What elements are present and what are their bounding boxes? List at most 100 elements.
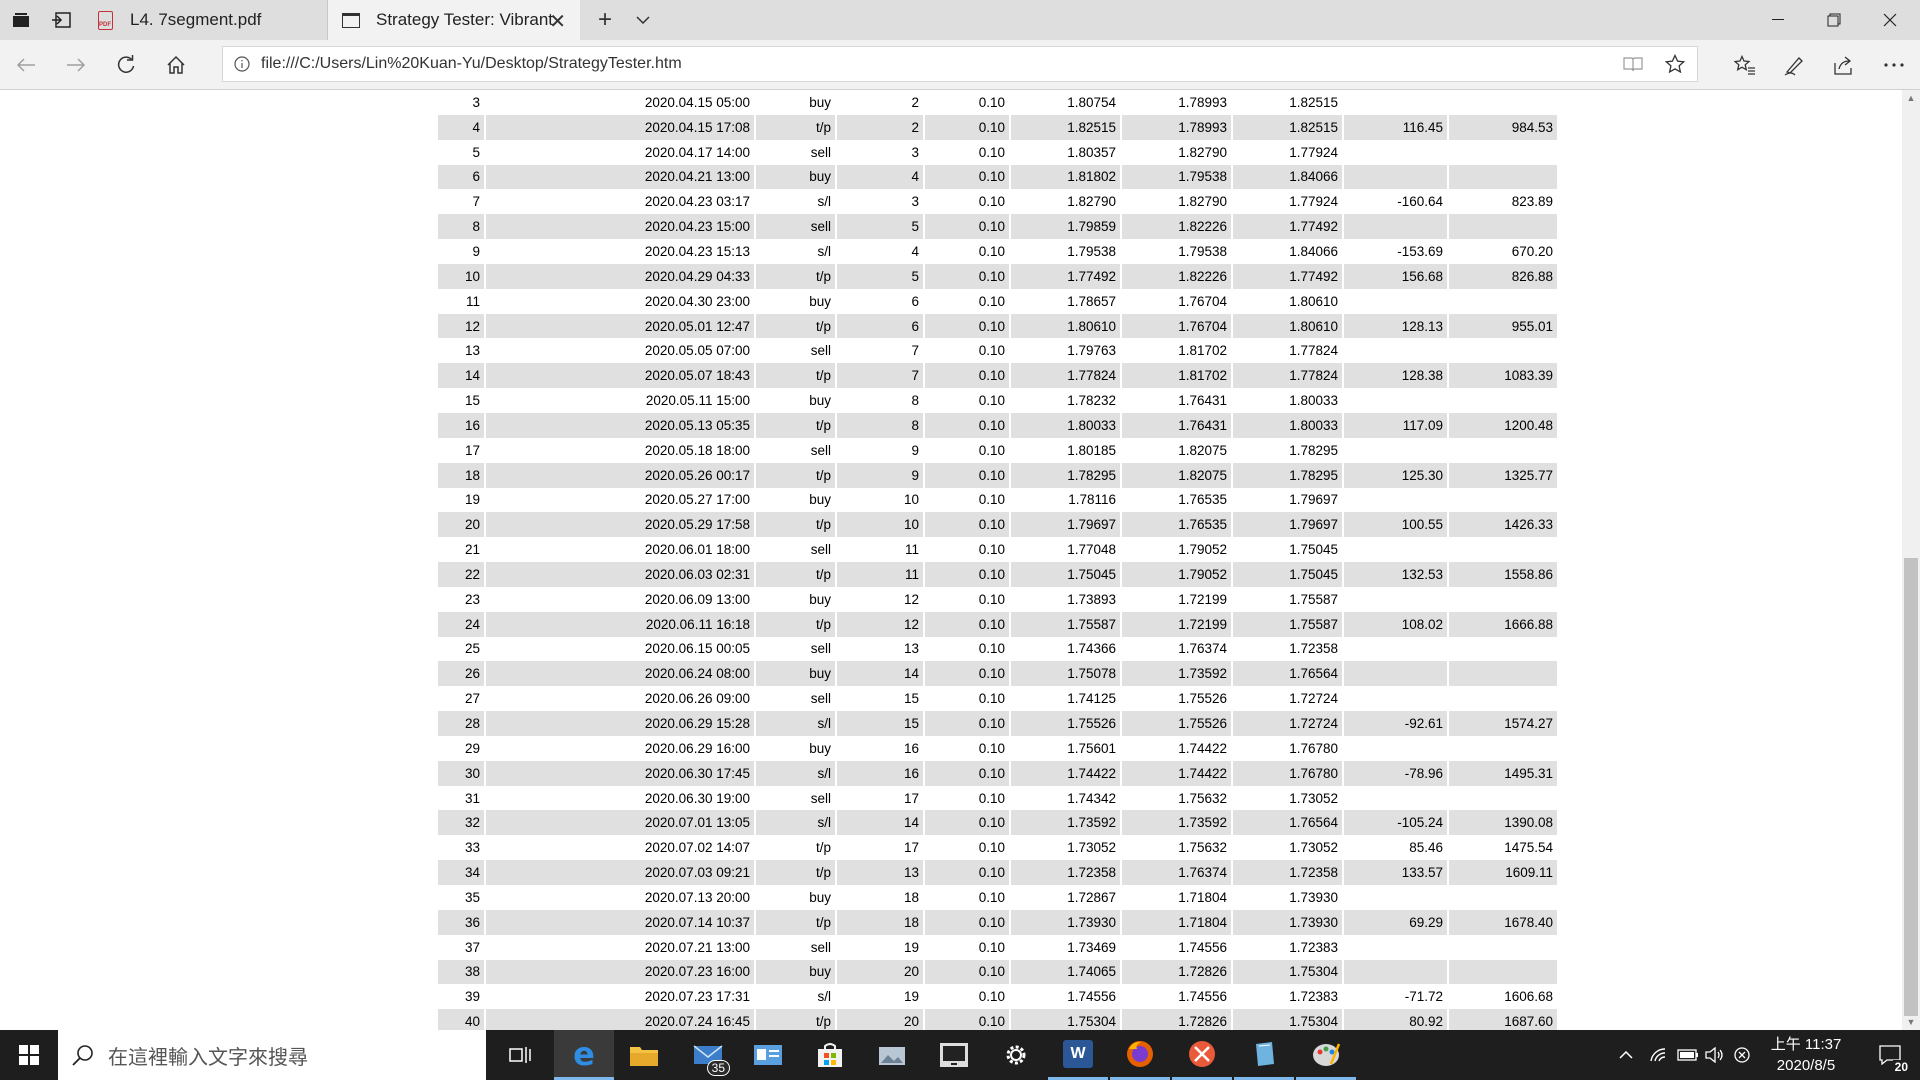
edge-browser-icon[interactable]: e: [554, 1030, 614, 1080]
back-icon[interactable]: [2, 40, 50, 90]
refresh-icon[interactable]: [102, 40, 150, 90]
show-hidden-icons-chevron-up-icon[interactable]: [1612, 1030, 1640, 1080]
cell-tp: 1.75304: [1232, 1009, 1344, 1030]
cell-size: 0.10: [924, 388, 1011, 413]
cell-size: 0.10: [924, 810, 1011, 836]
firefox-icon[interactable]: [1110, 1030, 1170, 1080]
cell-tp: 1.72724: [1232, 686, 1344, 712]
table-row: 6 2020.04.21 13:00 buy 4 0.10 1.81802 1.79538 1…: [438, 164, 1559, 190]
cell-profit: -78.96: [1343, 760, 1449, 786]
cell-size: 0.10: [924, 537, 1011, 563]
cell-time: 2020.05.05 07:00: [485, 338, 756, 364]
cell-balance: [1448, 959, 1559, 985]
cell-size: 0.10: [924, 760, 1011, 786]
vertical-scrollbar[interactable]: ▲ ▼: [1902, 90, 1920, 1030]
chevron-down-icon[interactable]: [628, 0, 658, 40]
mindmap-app-icon[interactable]: [1172, 1030, 1232, 1080]
cell-time: 2020.06.24 08:00: [485, 661, 756, 687]
cell-balance: [1448, 437, 1559, 463]
paint-palette-icon[interactable]: [1296, 1030, 1356, 1080]
cell-balance: [1448, 785, 1559, 811]
cell-size: 0.10: [924, 984, 1011, 1010]
cell-size: 0.10: [924, 735, 1011, 761]
task-view-icon[interactable]: [490, 1030, 550, 1080]
address-bar[interactable]: file:///C:/Users/Lin%20Kuan-Yu/Desktop/S…: [222, 46, 1698, 82]
scroll-down-icon[interactable]: ▼: [1902, 1014, 1920, 1030]
table-row: 16 2020.05.13 05:35 t/p 8 0.10 1.80033 1.76431…: [438, 412, 1559, 438]
cell-profit: -153.69: [1343, 239, 1449, 264]
tab-title: L4. 7segment.pdf: [130, 10, 262, 29]
store-icon[interactable]: [800, 1030, 860, 1080]
more-icon[interactable]: [1870, 40, 1918, 90]
cell-price: 1.73592: [1010, 810, 1122, 836]
notebook-app-icon[interactable]: [1234, 1030, 1294, 1080]
cell-type: t/p: [755, 860, 837, 885]
cell-type: t/p: [755, 313, 837, 339]
table-row: 19 2020.05.27 17:00 buy 10 0.10 1.78116 1.7653…: [438, 487, 1559, 513]
cell-order: 19: [836, 934, 925, 960]
cell-price: 1.77048: [1010, 537, 1122, 563]
cell-tp: 1.77824: [1232, 338, 1344, 364]
taskbar-search[interactable]: 在這裡輸入文字來搜尋: [58, 1030, 486, 1080]
network-error-icon[interactable]: [1730, 1030, 1754, 1080]
cell-size: 0.10: [924, 611, 1011, 637]
clock[interactable]: 上午 11:37 2020/8/5: [1752, 1034, 1860, 1076]
battery-icon[interactable]: [1674, 1030, 1702, 1080]
scroll-up-icon[interactable]: ▲: [1902, 90, 1920, 106]
forward-icon[interactable]: [52, 40, 100, 90]
restore-icon[interactable]: [1806, 0, 1862, 40]
action-center-icon[interactable]: 20: [1864, 1030, 1916, 1080]
cell-order: 5: [836, 263, 925, 289]
cell-time: 2020.06.30 17:45: [485, 760, 756, 786]
favorites-hub-icon[interactable]: [1721, 40, 1769, 90]
scrollbar-thumb[interactable]: [1904, 558, 1918, 1016]
info-icon[interactable]: [223, 56, 261, 72]
close-tab-icon[interactable]: ✕: [549, 9, 566, 34]
cell-tp: 1.76780: [1232, 760, 1344, 786]
volume-icon[interactable]: [1702, 1030, 1728, 1080]
cell-order: 14: [836, 810, 925, 836]
cell-balance: [1448, 487, 1559, 513]
favorite-star-icon[interactable]: [1655, 47, 1695, 81]
cell-index: 5: [438, 139, 486, 165]
pen-icon[interactable]: [1770, 40, 1818, 90]
set-aside-tabs-icon[interactable]: [0, 0, 42, 40]
cell-time: 2020.04.15 17:08: [485, 114, 756, 140]
table-row: 24 2020.06.11 16:18 t/p 12 0.10 1.75587 1.7219…: [438, 611, 1559, 637]
minimize-icon[interactable]: [1750, 0, 1806, 40]
tabs-aside-icon[interactable]: [40, 0, 82, 40]
wifi-icon[interactable]: [1644, 1030, 1672, 1080]
url-text[interactable]: file:///C:/Users/Lin%20Kuan-Yu/Desktop/S…: [261, 55, 682, 73]
photos-icon[interactable]: [862, 1030, 922, 1080]
windows-start-icon[interactable]: [0, 1030, 58, 1080]
terminal-icon[interactable]: [924, 1030, 984, 1080]
contacts-card-icon[interactable]: [738, 1030, 798, 1080]
cell-index: 15: [438, 388, 486, 413]
table-row: 5 2020.04.17 14:00 sell 3 0.10 1.80357 1.82790…: [438, 139, 1559, 165]
home-icon[interactable]: [152, 40, 200, 90]
cell-sl: 1.79052: [1121, 537, 1233, 563]
file-explorer-icon[interactable]: [614, 1030, 674, 1080]
close-window-icon[interactable]: [1862, 0, 1918, 40]
cell-balance: 1666.88: [1448, 611, 1559, 637]
tab-strategy-tester[interactable]: Strategy Tester: Vibrant ✕: [328, 0, 580, 40]
cell-price: 1.72358: [1010, 860, 1122, 885]
cell-profit: [1343, 487, 1449, 513]
mail-icon[interactable]: 35: [678, 1030, 738, 1080]
word-icon[interactable]: W: [1048, 1030, 1108, 1080]
cell-price: 1.80033: [1010, 412, 1122, 438]
cell-size: 0.10: [924, 1009, 1011, 1030]
cell-balance: 1495.31: [1448, 760, 1559, 786]
reading-view-icon[interactable]: [1613, 47, 1653, 81]
tab-pdf[interactable]: PDF L4. 7segment.pdf: [84, 0, 328, 40]
share-icon[interactable]: [1820, 40, 1868, 90]
cell-index: 7: [438, 189, 486, 215]
settings-gear-icon[interactable]: [986, 1030, 1046, 1080]
cell-order: 4: [836, 239, 925, 264]
new-tab-icon[interactable]: +: [590, 0, 620, 40]
cell-sl: 1.75526: [1121, 711, 1233, 736]
table-row: 26 2020.06.24 08:00 buy 14 0.10 1.75078 1.7359…: [438, 661, 1559, 687]
cell-price: 1.78295: [1010, 462, 1122, 488]
cell-type: buy: [755, 661, 837, 687]
cell-profit: 128.38: [1343, 363, 1449, 389]
